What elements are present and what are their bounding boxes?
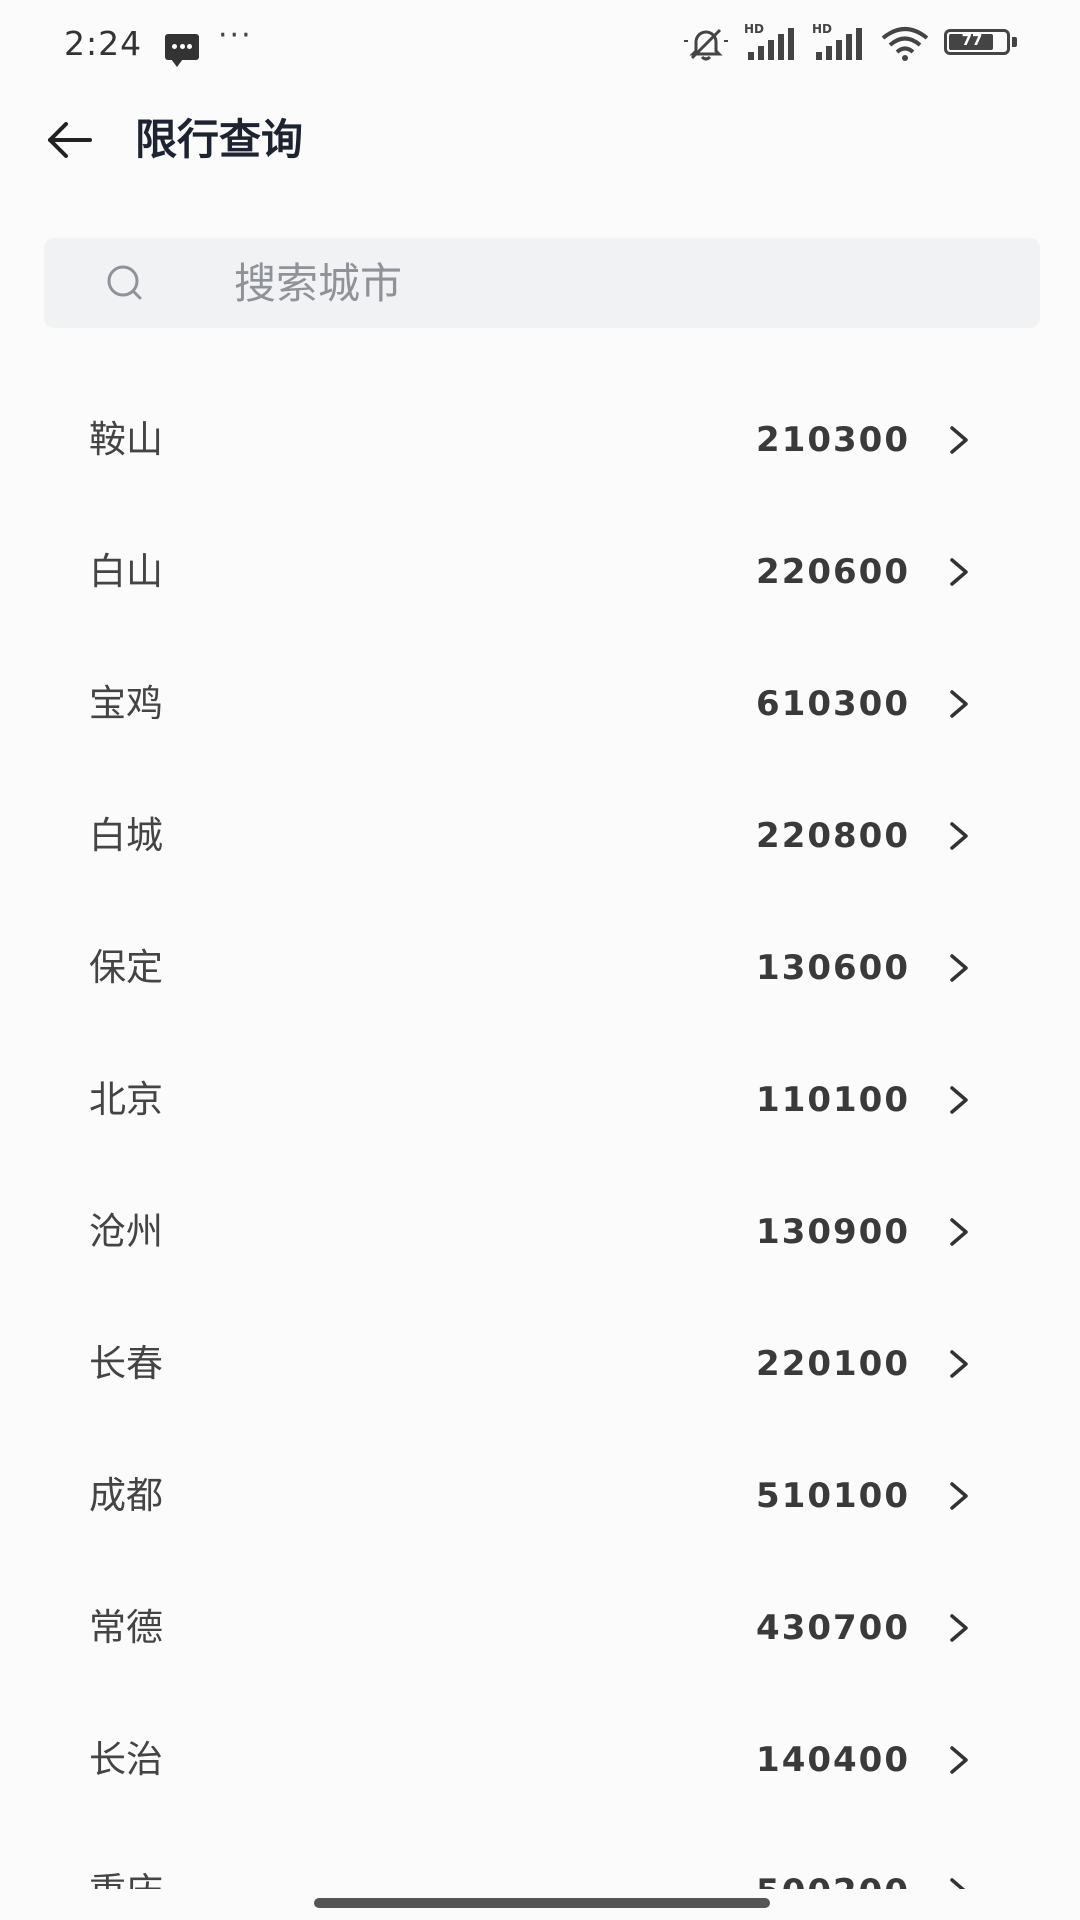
search-input[interactable] <box>190 238 1010 328</box>
message-notification-icon <box>165 34 199 67</box>
city-list-item[interactable]: 长春 220100 <box>0 1298 1080 1430</box>
city-name: 白山 <box>89 550 163 593</box>
city-code: 210300 <box>756 420 910 460</box>
city-code: 130600 <box>756 948 910 988</box>
chevron-right-icon <box>950 1878 966 1889</box>
city-name: 保定 <box>89 946 163 989</box>
mute-bell-icon <box>684 28 728 61</box>
city-name: 白城 <box>89 814 163 857</box>
signal-bars-icon <box>816 28 862 60</box>
chevron-right-icon <box>950 1482 968 1510</box>
city-name: 重庆 <box>89 1864 163 1889</box>
city-list-item[interactable]: 北京 110100 <box>0 1034 1080 1166</box>
page-title: 限行查询 <box>135 115 304 164</box>
city-code: 110100 <box>756 1080 910 1120</box>
city-code: 220100 <box>756 1344 910 1384</box>
more-notifications-icon: ··· <box>218 18 253 53</box>
status-time: 2:24 <box>64 24 143 63</box>
city-name: 长治 <box>89 1738 163 1781</box>
city-list-item[interactable]: 鞍山 210300 <box>0 374 1080 506</box>
chevron-right-icon <box>950 1614 968 1642</box>
back-button[interactable] <box>40 110 100 170</box>
chevron-right-icon <box>950 558 968 586</box>
city-name: 北京 <box>89 1078 163 1121</box>
home-indicator[interactable] <box>314 1898 770 1908</box>
status-icons: HD HD 77 <box>682 22 1020 64</box>
cellular-signal-2: HD <box>812 22 866 62</box>
chevron-right-icon <box>950 954 968 982</box>
chevron-right-icon <box>950 426 968 454</box>
app-bar: 限行查询 <box>0 92 1080 224</box>
city-list-item[interactable]: 成都 510100 <box>0 1430 1080 1562</box>
wifi-icon <box>881 27 929 61</box>
city-list-item[interactable]: 长治 140400 <box>0 1694 1080 1826</box>
arrow-left-icon <box>48 122 92 158</box>
city-code: 140400 <box>756 1740 910 1780</box>
status-bar: 2:24 ··· HD HD 77 <box>0 0 1080 92</box>
battery-level: 77 <box>961 31 983 49</box>
city-list-item[interactable]: 沧州 130900 <box>0 1166 1080 1298</box>
city-list-item[interactable]: 重庆 500200 <box>0 1826 1080 1889</box>
city-list-item[interactable]: 宝鸡 610300 <box>0 638 1080 770</box>
chevron-right-icon <box>950 1350 968 1378</box>
chevron-right-icon <box>950 690 968 718</box>
battery-icon: 77 <box>944 29 1020 59</box>
signal-bars-icon <box>748 28 794 60</box>
search-icon <box>107 265 142 300</box>
city-name: 沧州 <box>89 1210 163 1253</box>
city-list-item[interactable]: 白城 220800 <box>0 770 1080 902</box>
chevron-right-icon <box>950 822 968 850</box>
city-list: 鞍山 210300 白山 220600 宝鸡 610300 白城 220800 … <box>0 374 1080 1889</box>
city-list-item[interactable]: 常德 430700 <box>0 1562 1080 1694</box>
city-name: 长春 <box>89 1342 163 1385</box>
city-name: 鞍山 <box>89 418 163 461</box>
chevron-right-icon <box>950 1746 968 1774</box>
city-code: 220800 <box>756 816 910 856</box>
city-code: 430700 <box>756 1608 910 1648</box>
cellular-signal-1: HD <box>744 22 798 62</box>
city-code: 500200 <box>756 1864 910 1889</box>
city-code: 610300 <box>756 684 910 724</box>
city-code: 510100 <box>756 1476 910 1516</box>
search-bar[interactable] <box>44 238 1040 328</box>
city-code: 130900 <box>756 1212 910 1252</box>
city-list-item[interactable]: 保定 130600 <box>0 902 1080 1034</box>
chevron-right-icon <box>950 1218 968 1246</box>
city-name: 宝鸡 <box>89 682 163 725</box>
city-name: 常德 <box>89 1606 163 1649</box>
city-list-item[interactable]: 白山 220600 <box>0 506 1080 638</box>
city-code: 220600 <box>756 552 910 592</box>
chevron-right-icon <box>950 1086 968 1114</box>
city-name: 成都 <box>89 1474 163 1517</box>
